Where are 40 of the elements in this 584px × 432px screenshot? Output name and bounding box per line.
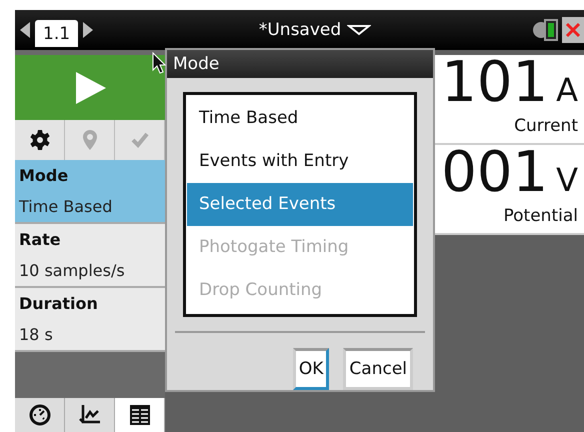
view-tab[interactable] [65,398,115,432]
page-tab[interactable]: 1.1 [35,20,78,46]
toolbar-button[interactable] [15,120,65,160]
meter-unit: A [556,71,578,109]
mode-option[interactable]: Events with Entry [187,140,413,183]
setting-label: Mode [19,165,70,187]
mode-option[interactable]: Selected Events [187,182,413,226]
meter-label: Current [514,115,578,138]
dialog-title: Mode [173,54,220,74]
dialog-button[interactable]: OK [292,348,330,390]
setting-label: Rate [19,229,62,251]
view-tab[interactable] [15,398,65,432]
battery-icon [532,17,560,43]
previous-page-icon[interactable] [18,20,32,40]
graph-icon [78,404,100,426]
dialog-button[interactable]: Cancel [343,348,413,390]
meter-unit: V [556,161,578,199]
meter-label: Potential [504,205,578,228]
settings-icon [30,130,50,150]
dropdown-icon[interactable] [347,24,372,36]
table-icon [128,404,150,426]
map-pin-icon [82,130,96,150]
meter-reading: 001 [441,143,548,203]
setting-value: Time Based [19,196,114,218]
setting-row[interactable]: Mode Time Based [15,160,165,224]
setting-value: 18 s [19,324,54,346]
setting-value: 10 samples/s [19,260,126,282]
setting-label: Duration [19,293,99,315]
gauge-icon [28,404,50,426]
view-tab[interactable] [115,398,165,432]
setting-row[interactable]: Duration 18 s [15,288,165,352]
setting-row[interactable]: Rate 10 samples/s [15,224,165,288]
mouse-pointer-icon [152,52,166,74]
close-icon [565,22,581,38]
next-page-icon[interactable] [81,20,96,40]
mode-option[interactable]: Time Based [187,96,413,140]
document-title: *Unsaved [258,20,342,40]
meter-reading: 101 [441,53,548,113]
start-button[interactable] [15,55,165,120]
checkmark-icon [130,132,148,148]
